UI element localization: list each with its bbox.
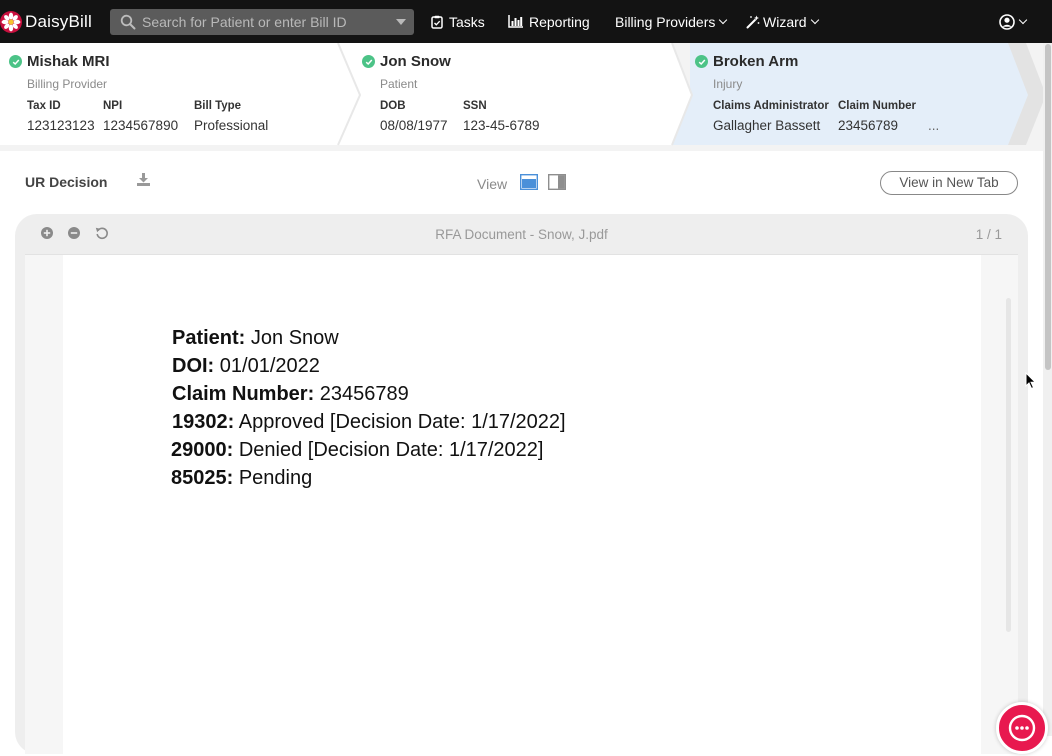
section-title: UR Decision xyxy=(25,174,108,190)
nav-wizard-label: Wizard xyxy=(763,13,807,30)
panel-subtitle: Patient xyxy=(380,77,418,91)
document-line: 29000: Denied [Decision Date: 1/17/2022] xyxy=(171,439,543,462)
check-circle-icon xyxy=(9,55,22,68)
field-label: SSN xyxy=(463,100,487,112)
document-line-text: Denied [Decision Date: 1/17/2022] xyxy=(233,439,544,461)
view-label: View xyxy=(477,176,508,192)
document-line-label: 29000: xyxy=(171,439,234,461)
document-line: Claim Number: 23456789 xyxy=(172,383,409,406)
page-scrollbar-thumb[interactable] xyxy=(1045,44,1051,370)
entity-breadcrumb: Mishak MRI Billing Provider Tax ID 12312… xyxy=(0,43,1052,151)
document-name: RFA Document - Snow, J.pdf xyxy=(435,227,608,242)
magic-wand-icon xyxy=(746,15,760,28)
search-box[interactable] xyxy=(110,9,414,35)
chevron-down-icon xyxy=(810,15,819,24)
user-menu[interactable] xyxy=(999,0,1028,43)
brand[interactable]: DaisyBill xyxy=(0,0,110,43)
check-circle-icon xyxy=(695,55,708,68)
field-label: Claim Number xyxy=(838,100,916,112)
nav-billing-providers-label: Billing Providers xyxy=(615,13,716,30)
nav-wizard[interactable]: Wizard xyxy=(746,0,819,43)
document-line: DOI: 01/01/2022 xyxy=(172,355,320,378)
page-counter: 1 / 1 xyxy=(975,227,1002,242)
download-icon[interactable] xyxy=(136,173,151,187)
field-label: Bill Type xyxy=(194,100,242,112)
more-fields-ellipsis[interactable]: ... xyxy=(928,118,939,133)
panel-title: Jon Snow xyxy=(380,53,451,70)
chevron-down-icon xyxy=(1018,15,1028,24)
nav-reporting[interactable]: Reporting xyxy=(508,0,590,43)
document-line: 19302: Approved [Decision Date: 1/17/202… xyxy=(172,411,566,434)
field-value: 123-45-6789 xyxy=(463,118,540,133)
search-dropdown-caret-icon[interactable] xyxy=(396,19,406,25)
mouse-cursor-icon xyxy=(1025,372,1037,390)
pdf-toolbar: RFA Document - Snow, J.pdf 1 / 1 xyxy=(15,214,1028,254)
document-line-label: DOI: xyxy=(172,355,215,377)
billing-provider-panel[interactable]: Mishak MRI Billing Provider Tax ID 12312… xyxy=(0,43,340,145)
field-value: 123123123 xyxy=(27,118,95,133)
pdf-scrollbar[interactable] xyxy=(1006,298,1011,632)
document-line-text: Approved [Decision Date: 1/17/2022] xyxy=(234,411,566,433)
user-account-icon xyxy=(999,13,1015,30)
field-label: Tax ID xyxy=(27,100,61,112)
document-line: 85025: Pending xyxy=(171,467,312,490)
field-label: DOB xyxy=(380,100,406,112)
document-line-text: Pending xyxy=(233,467,313,489)
panel-subtitle: Billing Provider xyxy=(27,77,108,91)
document-line-text: 01/01/2022 xyxy=(214,355,320,377)
document-line-text: Jon Snow xyxy=(245,327,339,349)
document-line: Patient: Jon Snow xyxy=(172,327,339,350)
injury-panel[interactable]: Broken Arm Injury Claims Administrator G… xyxy=(674,43,1014,145)
view-single-page-icon[interactable] xyxy=(520,174,538,190)
field-value: 1234567890 xyxy=(103,118,179,133)
panel-title: Broken Arm xyxy=(713,53,799,70)
search-input[interactable] xyxy=(142,14,382,30)
nav-reporting-label: Reporting xyxy=(529,13,590,30)
view-in-new-tab-button[interactable]: View in New Tab xyxy=(880,171,1018,195)
patient-panel[interactable]: Jon Snow Patient DOB 08/08/1977 SSN 123-… xyxy=(340,43,674,145)
nav-tasks[interactable]: Tasks xyxy=(431,0,485,43)
clipboard-check-icon xyxy=(431,15,443,29)
check-circle-icon xyxy=(362,55,375,68)
document-line-label: 19302: xyxy=(172,411,235,433)
top-navbar: DaisyBill Tasks Reporting Billing Provid… xyxy=(0,0,1052,43)
chat-bubble-icon xyxy=(1008,714,1036,742)
panel-subtitle: Injury xyxy=(713,77,743,91)
field-value: Professional xyxy=(194,118,269,133)
nav-tasks-label: Tasks xyxy=(449,13,485,30)
document-line-label: 85025: xyxy=(171,467,234,489)
field-label: Claims Administrator xyxy=(713,100,829,112)
field-value: 23456789 xyxy=(838,118,899,133)
brand-name: DaisyBill xyxy=(25,11,92,31)
view-split-icon[interactable] xyxy=(548,174,566,190)
pdf-viewer: RFA Document - Snow, J.pdf 1 / 1 xyxy=(15,214,1028,755)
bar-chart-icon xyxy=(508,15,523,28)
search-icon xyxy=(120,14,136,30)
chat-launcher-button[interactable] xyxy=(996,702,1048,754)
document-line-text: 23456789 xyxy=(314,383,409,405)
daisy-logo-icon xyxy=(0,10,22,33)
field-label: NPI xyxy=(103,100,123,112)
nav-billing-providers[interactable]: Billing Providers xyxy=(615,0,728,43)
field-value: 08/08/1977 xyxy=(380,118,448,133)
field-value: Gallagher Bassett xyxy=(713,118,821,133)
document-line-label: Claim Number: xyxy=(172,383,315,405)
document-line-label: Patient: xyxy=(172,327,246,349)
panel-title: Mishak MRI xyxy=(27,53,110,70)
chevron-down-icon xyxy=(719,15,728,24)
